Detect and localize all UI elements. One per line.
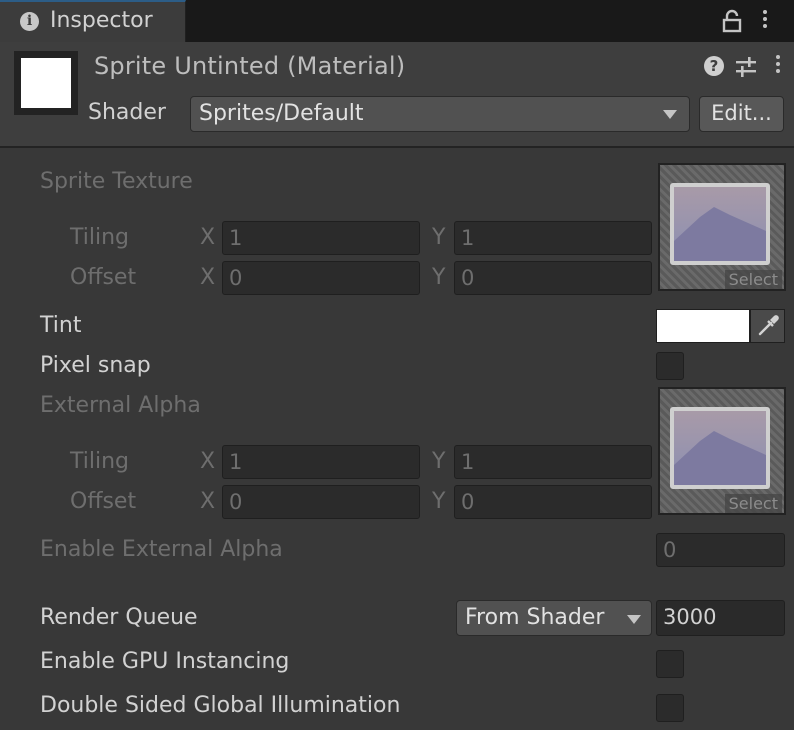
axis-y-label: Y	[432, 225, 446, 250]
external-alpha-texture-slot[interactable]: Select	[658, 387, 786, 515]
tint-color-swatch[interactable]	[656, 309, 750, 343]
alpha-offset-y-field[interactable]: 0	[454, 485, 652, 519]
sprite-texture-label: Sprite Texture	[40, 169, 193, 194]
sprite-offset-x-field[interactable]: 0	[222, 261, 420, 295]
render-queue-dropdown[interactable]: From Shader	[456, 600, 652, 636]
axis-y-label: Y	[432, 489, 446, 514]
enable-external-alpha-field[interactable]: 0	[656, 533, 785, 567]
sprite-texture-slot[interactable]: Select	[658, 163, 786, 291]
axis-x-label: X	[200, 265, 216, 290]
double-sided-gi-label: Double Sided Global Illumination	[40, 693, 401, 718]
chevron-down-icon	[663, 110, 677, 119]
texture-thumbnail	[670, 407, 770, 489]
sprite-tiling-y-field[interactable]: 1	[454, 221, 652, 255]
shader-label: Shader	[88, 100, 166, 125]
help-icon[interactable]: ?	[704, 56, 724, 76]
render-queue-mode: From Shader	[465, 605, 605, 630]
axis-x-label: X	[200, 225, 216, 250]
gpu-instancing-label: Enable GPU Instancing	[40, 649, 290, 674]
axis-y-label: Y	[432, 265, 446, 290]
tint-label: Tint	[40, 313, 82, 338]
chevron-down-icon	[627, 615, 641, 624]
gpu-instancing-checkbox[interactable]	[656, 650, 684, 678]
shader-dropdown[interactable]: Sprites/Default	[190, 96, 690, 132]
info-icon: i	[20, 12, 39, 31]
tab-menu-icon[interactable]	[762, 10, 768, 34]
render-queue-label: Render Queue	[40, 605, 198, 630]
tab-inspector-label: Inspector	[50, 8, 153, 33]
edit-shader-button[interactable]: Edit...	[699, 96, 784, 132]
alpha-tiling-y-field[interactable]: 1	[454, 445, 652, 479]
axis-x-label: X	[200, 489, 216, 514]
axis-y-label: Y	[432, 449, 446, 474]
material-title: Sprite Untinted (Material)	[94, 52, 406, 80]
axis-x-label: X	[200, 449, 216, 474]
material-preview	[14, 51, 78, 115]
texture-thumbnail	[670, 183, 770, 265]
pixel-snap-label: Pixel snap	[40, 353, 151, 378]
render-queue-value-field[interactable]: 3000	[656, 600, 785, 636]
lock-icon[interactable]	[722, 9, 742, 33]
settings-sliders-icon[interactable]	[735, 56, 757, 78]
texture-select-label[interactable]: Select	[724, 270, 782, 289]
enable-external-alpha-label: Enable External Alpha	[40, 537, 283, 562]
tiling-label: Tiling	[70, 225, 130, 250]
shader-value: Sprites/Default	[199, 101, 364, 126]
sprite-tiling-x-field[interactable]: 1	[222, 221, 420, 255]
external-alpha-label: External Alpha	[40, 393, 201, 418]
offset-label: Offset	[70, 489, 137, 514]
sprite-offset-y-field[interactable]: 0	[454, 261, 652, 295]
offset-label: Offset	[70, 265, 137, 290]
alpha-tiling-x-field[interactable]: 1	[222, 445, 420, 479]
material-menu-icon[interactable]	[775, 55, 781, 79]
pixel-snap-checkbox[interactable]	[656, 352, 684, 380]
double-sided-gi-checkbox[interactable]	[656, 694, 684, 722]
alpha-offset-x-field[interactable]: 0	[222, 485, 420, 519]
tiling-label: Tiling	[70, 449, 130, 474]
texture-select-label[interactable]: Select	[724, 494, 782, 513]
eyedropper-icon[interactable]	[750, 309, 785, 343]
